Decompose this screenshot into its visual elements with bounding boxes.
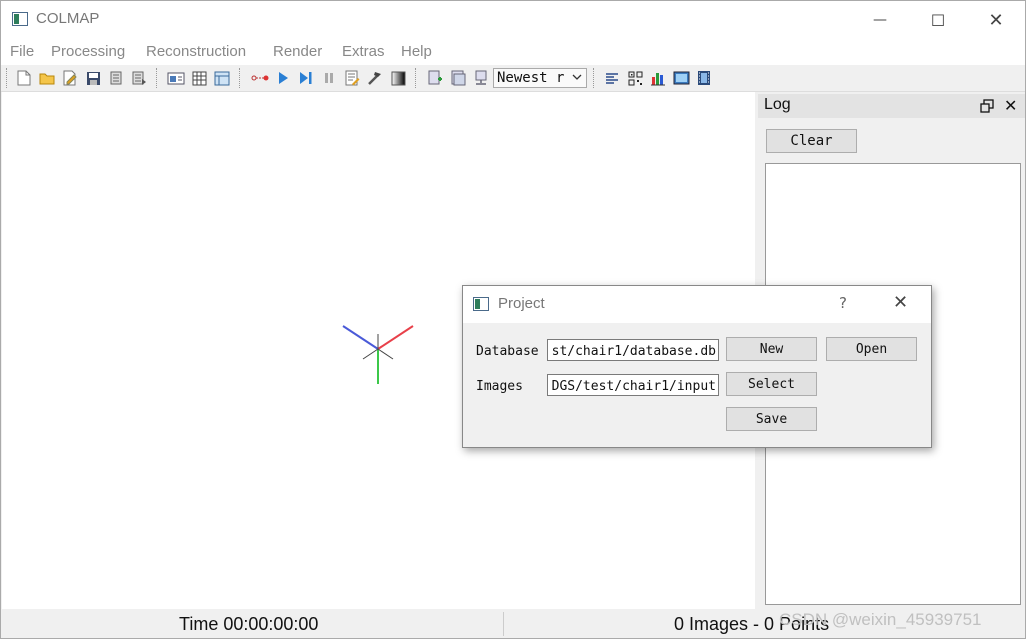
- bundle-adjustment-icon[interactable]: [366, 69, 384, 87]
- project-dialog-titlebar[interactable]: Project ? ✕: [463, 286, 931, 323]
- database-label: Database: [476, 344, 539, 359]
- dense-reconstruction-icon[interactable]: [389, 69, 407, 87]
- render-image-icon[interactable]: [672, 69, 690, 87]
- select-images-button[interactable]: Select: [726, 372, 817, 396]
- close-dialog-icon[interactable]: ✕: [893, 292, 908, 313]
- log-dock-title: Log: [764, 96, 791, 113]
- axis-x-neg: [377, 348, 394, 360]
- menu-help[interactable]: Help: [401, 43, 432, 60]
- toolbar-separator: [593, 68, 596, 88]
- axis-z-line: [342, 325, 379, 350]
- title-bar[interactable]: COLMAP — ☐ ✕: [1, 1, 1025, 39]
- feature-extraction-icon[interactable]: [167, 69, 185, 87]
- menu-extras[interactable]: Extras: [342, 43, 385, 60]
- watermark: CSDN @weixin_45939751: [779, 610, 982, 629]
- colmap-app-icon: [12, 12, 28, 26]
- render-options-icon[interactable]: [472, 69, 490, 87]
- clear-log-button[interactable]: Clear: [766, 129, 857, 153]
- step-reconstruction-icon[interactable]: [297, 69, 315, 87]
- axis-x-line: [377, 325, 414, 350]
- export-model-icon[interactable]: [130, 69, 148, 87]
- reconstruction-stats-icon[interactable]: [343, 69, 361, 87]
- help-icon[interactable]: ?: [839, 294, 847, 312]
- match-matrix-icon[interactable]: [426, 69, 444, 87]
- close-dock-icon[interactable]: ✕: [1004, 96, 1017, 115]
- save-project-icon[interactable]: [84, 69, 102, 87]
- minimize-button[interactable]: —: [851, 1, 909, 39]
- menu-file[interactable]: File: [10, 43, 34, 60]
- reconstruction-select-value: Newest r: [497, 70, 565, 86]
- menu-bar: File Processing Reconstruction Render Ex…: [1, 39, 1025, 65]
- close-icon: ✕: [988, 9, 1004, 31]
- start-reconstruction-icon[interactable]: [274, 69, 292, 87]
- toolbar-separator: [156, 68, 159, 88]
- render-film-icon[interactable]: [695, 69, 713, 87]
- menu-render[interactable]: Render: [273, 43, 322, 60]
- database-path-field[interactable]: st/chair1/database.db: [547, 339, 719, 361]
- window-title: COLMAP: [36, 10, 100, 27]
- open-project-icon[interactable]: [38, 69, 56, 87]
- save-project-button[interactable]: Save: [726, 407, 817, 431]
- pause-reconstruction-icon[interactable]: [320, 69, 338, 87]
- toolbar-separator: [239, 68, 242, 88]
- project-dialog-title: Project: [498, 295, 545, 312]
- feature-matching-icon[interactable]: [190, 69, 208, 87]
- render-grid-icon[interactable]: [603, 69, 621, 87]
- images-label: Images: [476, 379, 523, 394]
- images-path-value: DGS/test/chair1/input: [551, 379, 716, 394]
- project-dialog: Project ? ✕ Database st/chair1/database.…: [462, 285, 932, 448]
- chevron-down-icon: [571, 71, 583, 86]
- toolbar-separator: [415, 68, 418, 88]
- render-chart-icon[interactable]: [649, 69, 667, 87]
- status-divider: [503, 612, 504, 636]
- maximize-button[interactable]: ☐: [909, 1, 967, 39]
- images-path-field[interactable]: DGS/test/chair1/input: [547, 374, 719, 396]
- database-management-icon[interactable]: [213, 69, 231, 87]
- status-time: Time 00:00:00:00: [179, 614, 319, 634]
- database-info-icon[interactable]: [449, 69, 467, 87]
- import-model-icon[interactable]: [107, 69, 125, 87]
- float-dock-icon[interactable]: [980, 98, 996, 114]
- render-qr-icon[interactable]: [626, 69, 644, 87]
- open-database-button[interactable]: Open: [826, 337, 917, 361]
- edit-project-icon[interactable]: [61, 69, 79, 87]
- colmap-app-icon: [473, 297, 489, 311]
- maximize-icon: ☐: [930, 10, 946, 30]
- new-database-button[interactable]: New: [726, 337, 817, 361]
- toolbar-separator: [6, 68, 9, 88]
- axis-z-neg: [362, 348, 379, 360]
- database-path-value: st/chair1/database.db: [551, 344, 716, 359]
- menu-processing[interactable]: Processing: [51, 43, 125, 60]
- close-button[interactable]: ✕: [967, 1, 1025, 39]
- new-project-icon[interactable]: [15, 69, 33, 87]
- menu-reconstruction[interactable]: Reconstruction: [146, 43, 246, 60]
- reconstruction-select[interactable]: Newest r: [493, 68, 587, 88]
- reconstruction-options-icon[interactable]: [251, 69, 269, 87]
- minimize-icon: —: [873, 12, 887, 28]
- log-dock-titlebar[interactable]: Log ✕: [758, 94, 1025, 118]
